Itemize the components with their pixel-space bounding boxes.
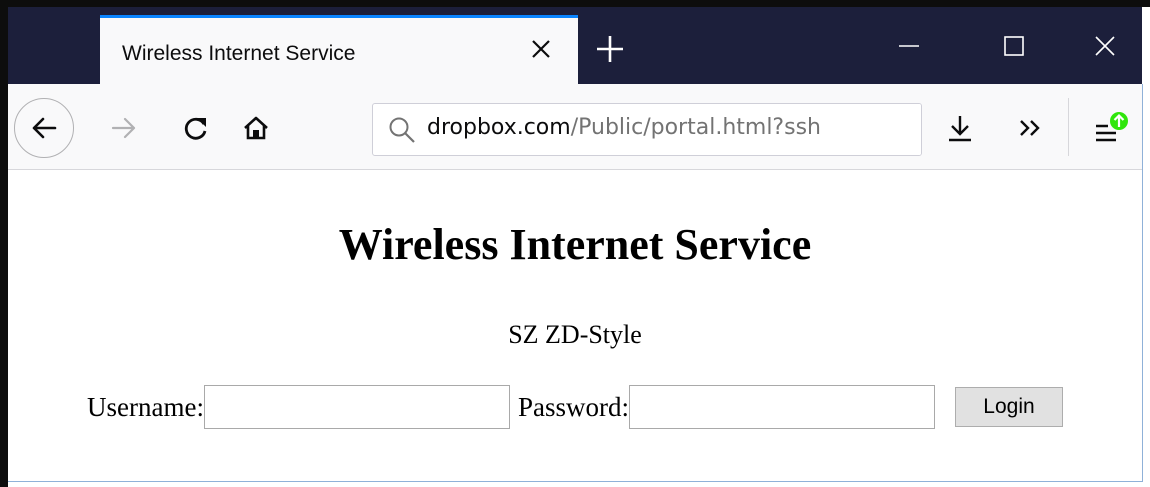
window-frame-top <box>0 0 1150 7</box>
url-text: dropbox.com/Public/portal.html?ssh <box>427 115 821 140</box>
nav-toolbar: dropbox.com/Public/portal.html?ssh <box>8 84 1142 170</box>
forward-arrow-icon[interactable] <box>102 106 146 150</box>
password-input[interactable] <box>628 385 935 429</box>
browser-window: Wireless Internet Service dropbox.com/Pu… <box>0 0 1150 487</box>
back-arrow-icon[interactable] <box>14 98 74 158</box>
search-icon <box>387 115 417 145</box>
url-bar[interactable]: dropbox.com/Public/portal.html?ssh <box>372 103 922 156</box>
maximize-icon[interactable] <box>979 17 1049 75</box>
window-frame-left <box>0 0 8 487</box>
page-content: Wireless Internet Service SZ ZD-Style Us… <box>8 171 1142 481</box>
url-domain: dropbox.com <box>427 115 571 140</box>
page-subtitle: SZ ZD-Style <box>508 320 642 349</box>
hamburger-menu-icon[interactable] <box>1086 104 1136 154</box>
username-input[interactable] <box>203 385 510 429</box>
page-title: Wireless Internet Service <box>338 220 812 269</box>
url-path: /Public/portal.html?ssh <box>570 115 821 140</box>
password-label: Password: <box>517 391 629 422</box>
reload-icon[interactable] <box>174 106 218 150</box>
overflow-chevron-icon[interactable] <box>1010 108 1050 148</box>
login-form: Username: Password: Login <box>8 385 1142 429</box>
login-button[interactable]: Login <box>954 387 1063 427</box>
toolbar-separator <box>1068 98 1069 156</box>
content-border-bottom <box>8 481 1143 482</box>
tab-close-icon[interactable] <box>524 32 558 66</box>
content-border-right <box>1142 84 1143 482</box>
home-icon[interactable] <box>234 106 278 150</box>
username-label: Username: <box>87 391 204 422</box>
download-icon[interactable] <box>940 108 980 148</box>
new-tab-plus-icon[interactable] <box>588 27 632 71</box>
title-bar: Wireless Internet Service <box>8 7 1142 84</box>
tab-title: Wireless Internet Service <box>122 42 356 65</box>
minimize-icon[interactable] <box>874 17 944 75</box>
tab-active[interactable]: Wireless Internet Service <box>100 15 578 84</box>
close-icon[interactable] <box>1070 17 1140 75</box>
url-fade <box>881 104 921 155</box>
